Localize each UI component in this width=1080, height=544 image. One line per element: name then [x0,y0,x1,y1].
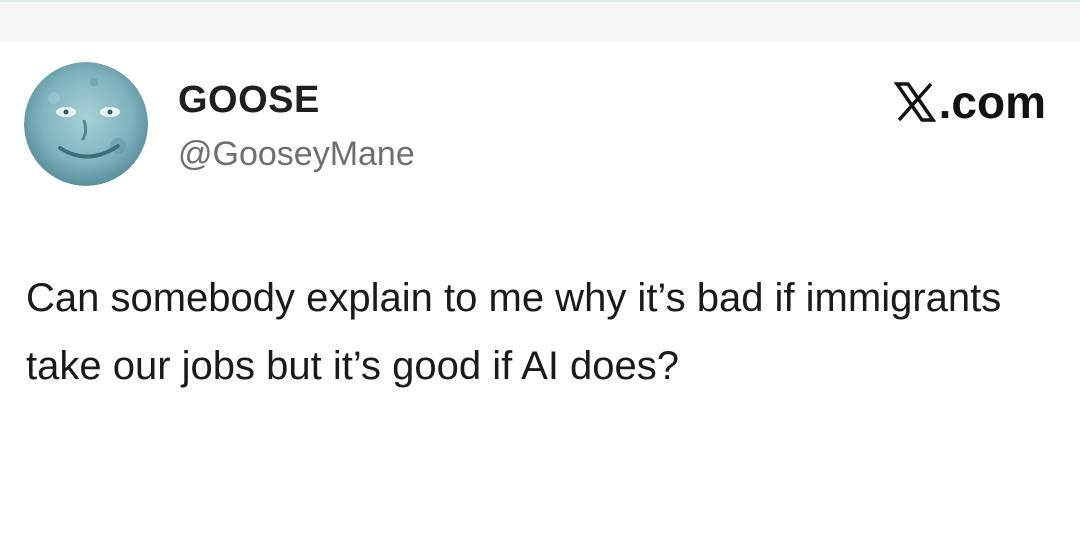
author-display-name[interactable]: GOOSE [178,78,320,122]
site-domain-suffix: .com [938,76,1046,128]
x-logo-icon [893,80,937,124]
avatar[interactable] [24,62,148,186]
post-body-text: Can somebody explain to me why it’s bad … [26,276,1002,388]
post-card: GOOSE @GooseyMane .com Can somebody expl… [0,42,1080,544]
author-handle[interactable]: @GooseyMane [178,134,415,174]
top-strip [0,0,1080,42]
moon-face-avatar-icon [24,62,148,186]
site-badge: .com [893,76,1046,128]
